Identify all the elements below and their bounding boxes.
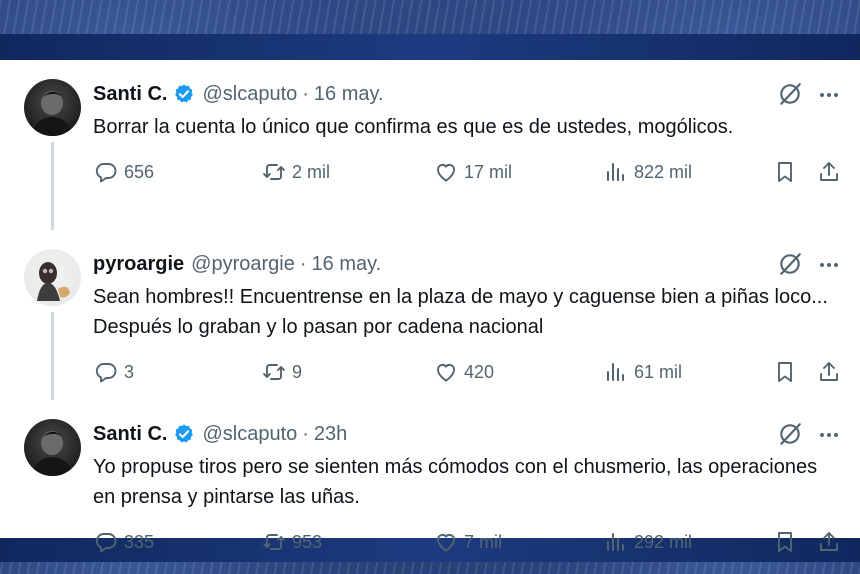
share-button[interactable] (817, 527, 841, 557)
retweet-button[interactable]: 2 mil (262, 157, 330, 187)
retweet-count: 9 (292, 361, 303, 382)
tweet-header: Santi C. @slcaputo · 23h (93, 421, 347, 447)
share-button[interactable] (817, 157, 841, 187)
author-name[interactable]: Santi C. (93, 423, 167, 446)
author-name[interactable]: Santi C. (93, 83, 167, 106)
tweet[interactable]: pyroargie @pyroargie · 16 may. Sean homb… (0, 230, 860, 400)
bookmark-button[interactable] (773, 357, 797, 387)
like-count: 420 (464, 361, 495, 382)
bookmark-button[interactable] (773, 157, 797, 187)
views-count: 61 mil (634, 361, 683, 382)
tweet-actions: 335 953 7 mil 292 mil (0, 527, 860, 557)
tweet-text: Borrar la cuenta lo único que confirma e… (93, 116, 734, 138)
share-icon (820, 362, 838, 381)
avatar[interactable] (24, 79, 81, 136)
retweet-button[interactable]: 953 (262, 527, 322, 557)
grok-icon[interactable] (777, 251, 803, 277)
bookmark-icon (778, 162, 792, 182)
more-icon[interactable] (817, 423, 841, 447)
retweet-icon (263, 164, 285, 180)
reply-button[interactable]: 3 (94, 357, 134, 387)
tweet-header: Santi C. @slcaputo · 16 may. (93, 81, 384, 107)
views-button[interactable]: 61 mil (604, 357, 682, 387)
separator-dot: · (299, 252, 307, 275)
retweet-count: 2 mil (292, 161, 331, 182)
like-icon (437, 534, 455, 552)
reply-button[interactable]: 335 (94, 527, 154, 557)
share-button[interactable] (817, 357, 841, 387)
views-icon (607, 363, 624, 381)
reply-icon (95, 363, 117, 383)
like-icon (437, 164, 455, 182)
separator-dot: · (302, 82, 309, 105)
tweet[interactable]: Santi C. @slcaputo · 16 may. Borrar la c… (0, 60, 860, 230)
like-button[interactable]: 7 mil (434, 527, 502, 557)
separator-dot: · (302, 422, 309, 445)
thread-card: Santi C. @slcaputo · 16 may. Borrar la c… (0, 60, 860, 553)
views-icon (607, 163, 624, 181)
tweet-header: pyroargie @pyroargie · 16 may. (93, 251, 381, 277)
bookmark-icon (778, 532, 792, 552)
more-icon[interactable] (817, 83, 841, 107)
tweet-text: Yo propuse tiros pero se sienten más cóm… (93, 456, 818, 508)
views-count: 292 mil (634, 531, 693, 552)
share-icon (820, 162, 838, 181)
verified-icon (173, 83, 195, 105)
author-handle[interactable]: @slcaputo (202, 423, 297, 446)
retweet-icon (263, 534, 285, 550)
views-count: 822 mil (634, 161, 693, 182)
share-icon (820, 532, 838, 551)
timestamp[interactable]: 23h (314, 423, 347, 446)
views-button[interactable]: 822 mil (604, 157, 692, 187)
retweet-button[interactable]: 9 (262, 357, 302, 387)
tweet-actions: 3 9 420 61 mil (0, 357, 860, 387)
grok-icon[interactable] (777, 81, 803, 107)
reply-count: 656 (124, 161, 155, 182)
timestamp[interactable]: 16 may. (314, 83, 384, 106)
like-button[interactable]: 420 (434, 357, 494, 387)
reply-button[interactable]: 656 (94, 157, 154, 187)
background-band-top (0, 34, 860, 60)
tweet-text: Sean hombres!! Encuentrense en la plaza … (93, 286, 828, 338)
bookmark-icon (778, 362, 792, 382)
reply-count: 3 (124, 361, 135, 382)
like-icon (437, 364, 455, 382)
author-handle[interactable]: @pyroargie (191, 253, 295, 276)
like-count: 17 mil (464, 161, 513, 182)
avatar[interactable] (24, 249, 81, 306)
more-icon[interactable] (817, 253, 841, 277)
verified-icon (173, 423, 195, 445)
author-name[interactable]: pyroargie (93, 253, 184, 276)
timestamp[interactable]: 16 may. (312, 253, 382, 276)
bookmark-button[interactable] (773, 527, 797, 557)
grok-icon[interactable] (777, 421, 803, 447)
author-handle[interactable]: @slcaputo (202, 83, 297, 106)
avatar[interactable] (24, 419, 81, 476)
views-button[interactable]: 292 mil (604, 527, 692, 557)
like-count: 7 mil (464, 531, 503, 552)
like-button[interactable]: 17 mil (434, 157, 512, 187)
retweet-count: 953 (292, 531, 323, 552)
reply-count: 335 (124, 531, 155, 552)
tweet[interactable]: Santi C. @slcaputo · 23h Yo propuse tiro… (0, 400, 860, 570)
tweet-actions: 656 2 mil 17 mil 822 mil (0, 157, 860, 187)
retweet-icon (263, 364, 285, 380)
reply-icon (95, 533, 117, 553)
reply-icon (95, 163, 117, 183)
views-icon (607, 533, 624, 551)
